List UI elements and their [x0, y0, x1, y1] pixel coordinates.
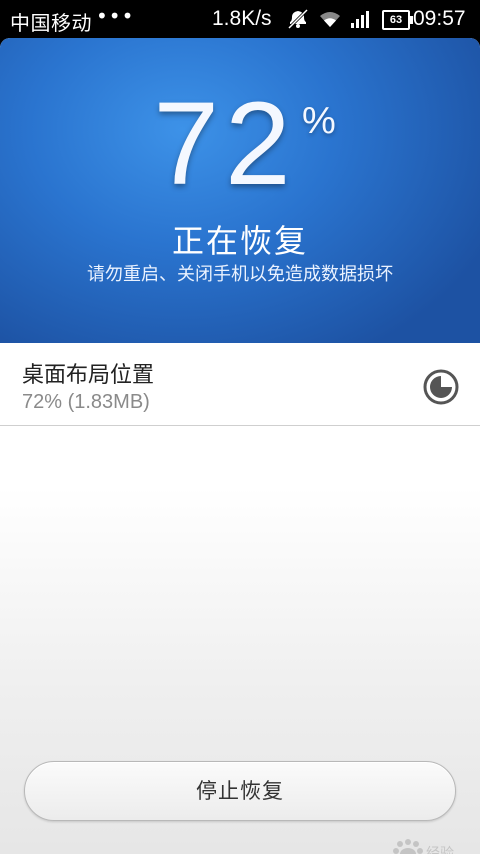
status-title: 正在恢复 — [171, 222, 308, 260]
progress-percent: 72 — [153, 78, 297, 210]
status-warning: 请勿重启、关闭手机以免造成数据损坏 — [87, 264, 393, 285]
notification-dots: ••• — [96, 4, 135, 28]
progress-header: 72 % 正在恢复 请勿重启、关闭手机以免造成数据损坏 — [0, 38, 480, 343]
phone-screen: 中国移动 ••• 1.8K/s 63 09:57 72 % 正在恢复 请勿重启、… — [0, 0, 480, 854]
stop-restore-button[interactable]: 停止恢复 — [24, 761, 456, 821]
baidu-watermark: 经验 — [393, 839, 454, 854]
spinner-icon — [423, 369, 459, 405]
svg-text:经验: 经验 — [426, 846, 454, 854]
restore-panel: 72 % 正在恢复 请勿重启、关闭手机以免造成数据损坏 桌面布局位置 72% (… — [0, 38, 480, 854]
wifi-icon — [320, 12, 340, 27]
status-bar: 中国移动 ••• 1.8K/s 63 09:57 — [0, 0, 480, 38]
percent-sign: % — [302, 100, 336, 142]
network-speed: 1.8K/s — [212, 7, 272, 30]
battery-icon: 63 — [382, 10, 413, 30]
clock: 09:57 — [413, 7, 466, 30]
item-title: 桌面布局位置 — [22, 363, 155, 388]
signal-icon — [351, 11, 369, 28]
carrier-name: 中国移动 — [10, 11, 92, 35]
list-item: 桌面布局位置 72% (1.83MB) — [0, 343, 480, 426]
mute-icon — [287, 9, 309, 29]
item-progress: 72% (1.83MB) — [22, 391, 150, 413]
